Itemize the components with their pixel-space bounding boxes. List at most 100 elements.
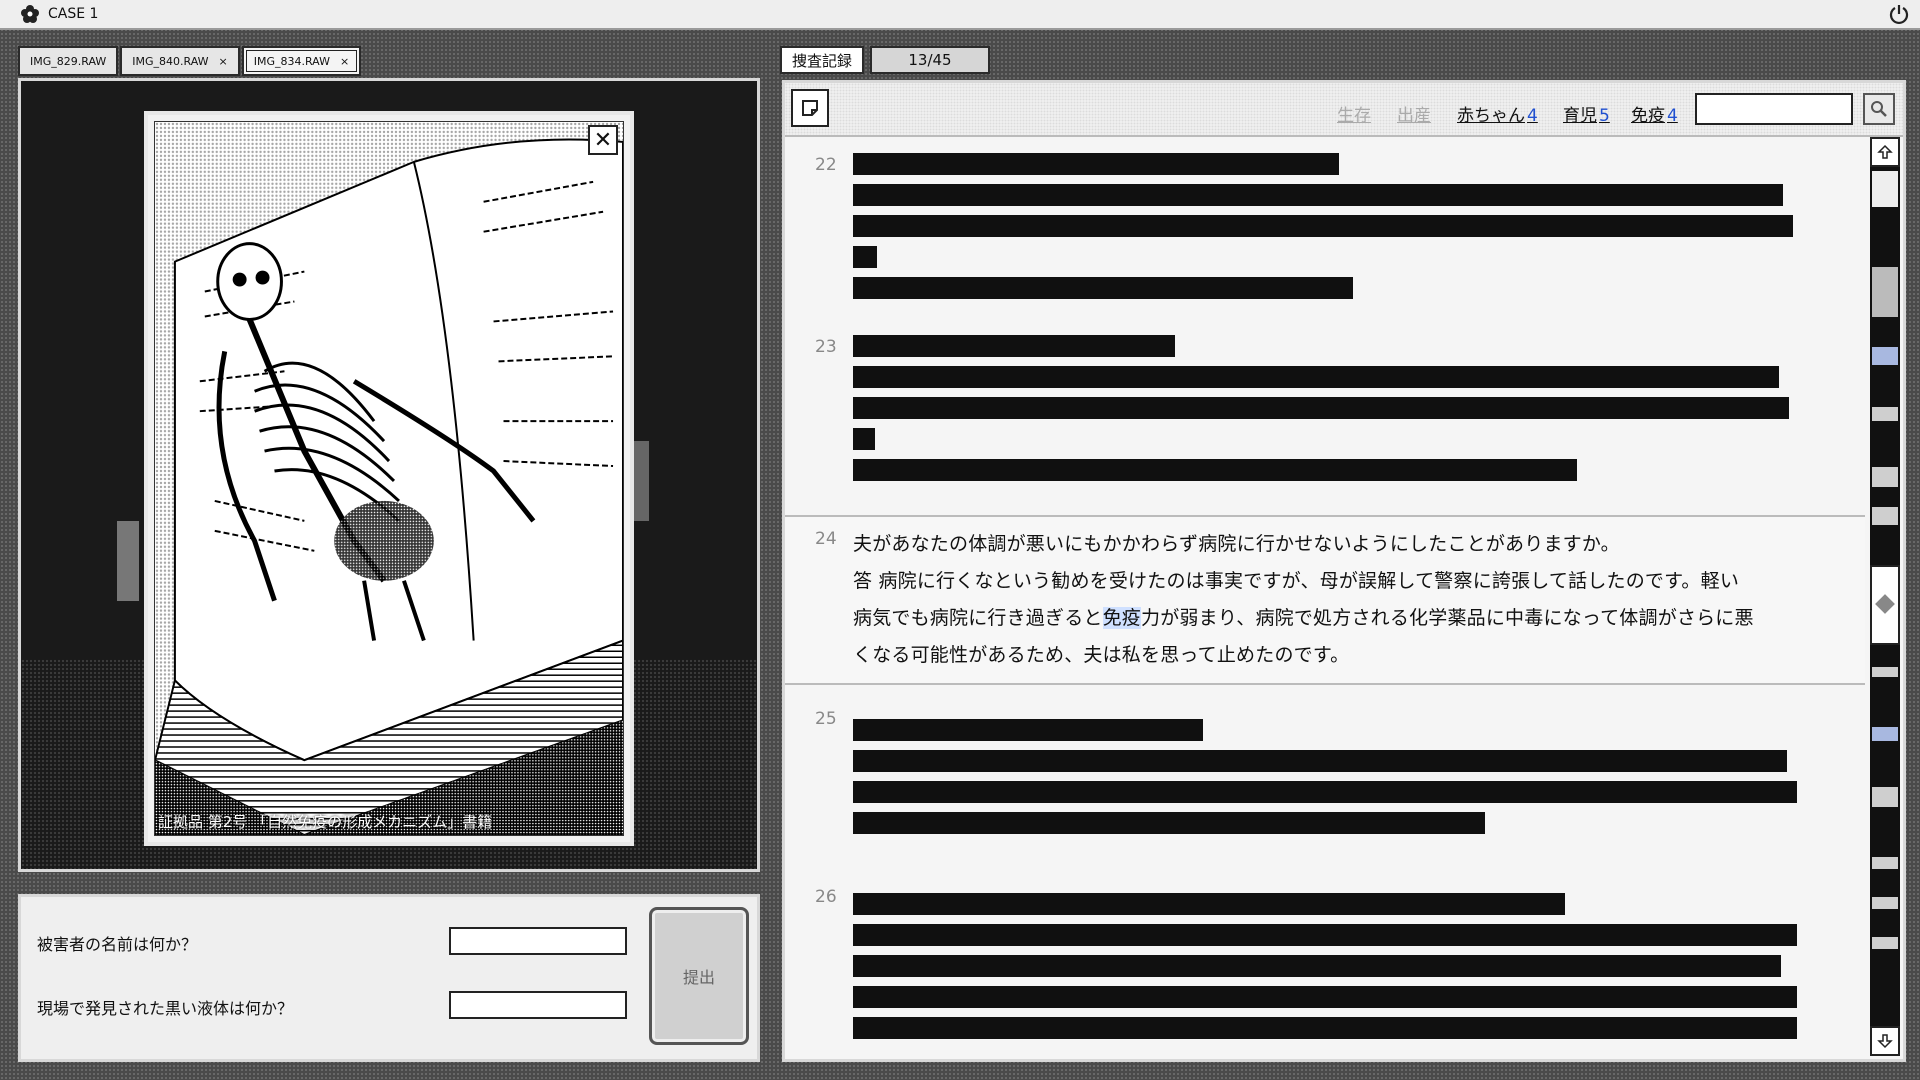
question-label-1: 被害者の名前は何か？ (37, 935, 198, 954)
scroll-marker (1872, 267, 1898, 317)
entry-line: くなる可能性があるため、夫は私を思って止めたのです。 (853, 644, 1350, 666)
arrow-down-icon (1877, 1034, 1893, 1049)
background-object (633, 441, 649, 521)
redacted-text (853, 955, 1781, 977)
record-scrollbar[interactable] (1870, 137, 1900, 1056)
image-viewer: 証拠品 第2号 「自然免疫の形成メカニズム」書籍 ✕ (18, 78, 760, 872)
search-icon (1871, 101, 1887, 117)
note-button[interactable] (791, 89, 829, 127)
evidence-caption: 証拠品 第2号 「自然免疫の形成メカニズム」書籍 (158, 813, 493, 831)
answer-input-2[interactable] (449, 991, 627, 1019)
redacted-text (853, 812, 1485, 834)
entry-line: 答 病院に行くなという勧めを受けたのは事実ですが、母が誤解して警察に誇張して話し… (853, 570, 1740, 592)
keyword-label: 出産 (1397, 106, 1431, 126)
redacted-text (853, 215, 1793, 237)
keyword-label: 赤ちゃん (1457, 106, 1525, 126)
scroll-marker (1872, 667, 1898, 677)
entry-line: 病気でも病院に行き過ぎると免疫力が弱まり、病院で処方される化学薬品に中毒になって… (853, 603, 1754, 630)
redacted-text (853, 184, 1783, 206)
redacted-text (853, 366, 1779, 388)
record-toolbar: 生存 出産 赤ちゃん 4 育児 5 免疫 4 (785, 83, 1903, 137)
keyword-label: 生存 (1337, 106, 1371, 126)
anatomy-book-image (155, 122, 623, 835)
scroll-marker (1872, 857, 1898, 869)
redacted-text (853, 1017, 1797, 1039)
tab-label: IMG_840.RAW (132, 54, 209, 68)
evidence-card: 証拠品 第2号 「自然免疫の形成メカニズム」書籍 ✕ (144, 111, 634, 846)
redacted-text (853, 986, 1797, 1008)
scroll-thumb[interactable] (1870, 565, 1900, 645)
keyword-count: 4 (1527, 106, 1538, 126)
tab-img-840[interactable]: IMG_840.RAW × (120, 46, 240, 76)
scroll-marker (1872, 897, 1898, 909)
redacted-text (853, 750, 1787, 772)
record-entries: 22 23 24 夫があなたの体調が悪いにもかかわらず病院に行かせないようにした… (785, 137, 1865, 1059)
entry-number: 24 (815, 529, 837, 549)
tab-label: IMG_834.RAW (253, 54, 330, 68)
investigation-record-panel: 生存 出産 赤ちゃん 4 育児 5 免疫 4 22 23 24 夫があなたの体調が悪い (782, 80, 1906, 1062)
scroll-marker (1872, 407, 1898, 421)
scroll-marker (1872, 937, 1898, 949)
entry-line-part: 病気でも病院に行き過ぎると (853, 607, 1103, 629)
scroll-marker (1872, 727, 1898, 741)
keyword-baby[interactable]: 赤ちゃん 4 (1457, 101, 1538, 126)
entry-line: 夫があなたの体調が悪いにもかかわらず病院に行かせないようにしたことがありますか。 (853, 533, 1620, 555)
scroll-marker (1872, 507, 1898, 525)
keyword-immunity[interactable]: 免疫 4 (1631, 101, 1678, 126)
tab-img-834[interactable]: IMG_834.RAW × (241, 46, 362, 76)
keyword-label: 免疫 (1631, 106, 1665, 126)
close-viewer-button[interactable]: ✕ (588, 125, 618, 155)
note-icon (802, 100, 818, 116)
keyword-childcare[interactable]: 育児 5 (1563, 101, 1610, 126)
keyword-birth[interactable]: 出産 (1397, 101, 1431, 126)
scroll-marker (1872, 467, 1898, 487)
evidence-photo (154, 121, 624, 836)
close-icon[interactable]: × (219, 55, 228, 68)
redacted-text (853, 459, 1577, 481)
app-title: CASE 1 (48, 6, 99, 22)
close-icon[interactable]: × (340, 55, 349, 68)
tab-label: IMG_829.RAW (30, 54, 107, 68)
redacted-text (853, 277, 1353, 299)
entry-number: 26 (815, 887, 837, 907)
scroll-marker (1872, 347, 1898, 365)
redacted-text (853, 781, 1797, 803)
redacted-text (853, 719, 1203, 741)
title-bar: CASE 1 (0, 0, 1920, 30)
redacted-text (853, 893, 1565, 915)
keyword-count: 4 (1667, 106, 1678, 126)
image-tabs: IMG_829.RAW IMG_840.RAW × IMG_834.RAW × (18, 46, 362, 76)
redacted-text (853, 335, 1175, 357)
keyword-highlight[interactable]: 免疫 (1102, 607, 1142, 629)
scroll-marker (1872, 787, 1898, 807)
redacted-text (853, 397, 1789, 419)
search-button[interactable] (1863, 93, 1895, 125)
tab-investigation-record[interactable]: 捜査記録 (780, 46, 864, 74)
redacted-text (853, 428, 875, 450)
answer-input-1[interactable] (449, 927, 627, 955)
background-object (117, 521, 139, 601)
redacted-text (853, 153, 1339, 175)
entry-number: 25 (815, 709, 837, 729)
scroll-marker (1872, 171, 1898, 207)
keyword-label: 育児 (1563, 106, 1597, 126)
redacted-text (853, 246, 877, 268)
question-label-2: 現場で発見された黒い液体は何か？ (37, 999, 294, 1018)
search-input[interactable] (1695, 93, 1853, 125)
entry-number: 22 (815, 155, 837, 175)
power-icon[interactable] (1888, 3, 1910, 25)
arrow-up-icon (1877, 144, 1893, 159)
flower-logo-icon (21, 5, 39, 23)
entry-number: 23 (815, 337, 837, 357)
keyword-count: 5 (1599, 106, 1610, 126)
scroll-up-button[interactable] (1870, 137, 1900, 167)
redacted-text (853, 924, 1797, 946)
question-form: 被害者の名前は何か？ 現場で発見された黒い液体は何か？ 提出 (18, 894, 760, 1062)
submit-button[interactable]: 提出 (649, 907, 749, 1045)
entry-24: 24 夫があなたの体調が悪いにもかかわらず病院に行かせないようにしたことがありま… (785, 515, 1865, 685)
tab-img-829[interactable]: IMG_829.RAW (18, 46, 119, 76)
scroll-down-button[interactable] (1870, 1026, 1900, 1056)
close-icon: ✕ (593, 127, 613, 153)
entry-line-part: 力が弱まり、病院で処方される化学薬品に中毒になって体調がさらに悪 (1141, 607, 1754, 629)
keyword-survival[interactable]: 生存 (1337, 101, 1371, 126)
